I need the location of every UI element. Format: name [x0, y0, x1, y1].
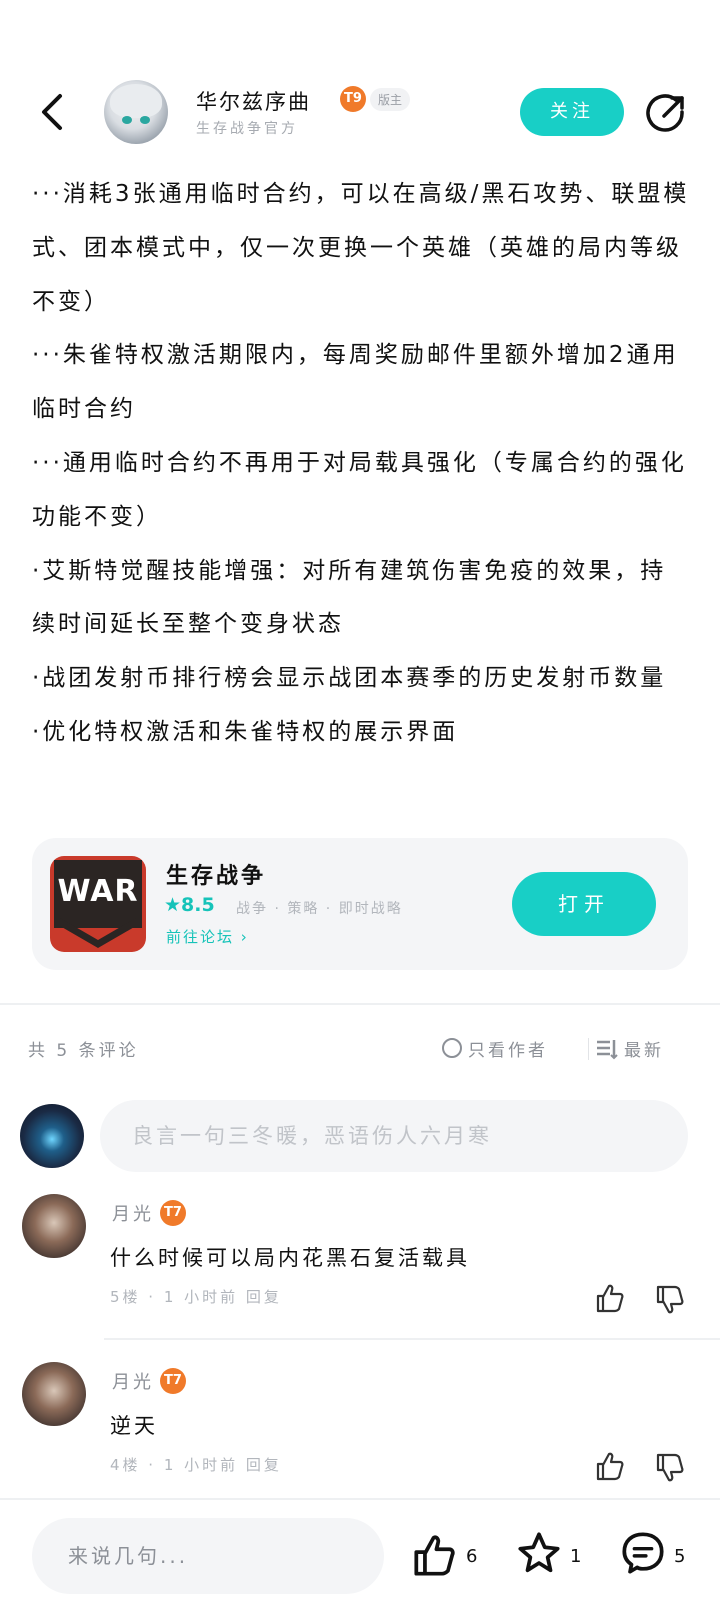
comment-count: 共 5 条评论	[28, 1041, 139, 1061]
favorite-count: 1	[570, 1546, 582, 1567]
post-paragraph: ·优化特权激活和朱雀特权的展示界面	[32, 718, 459, 745]
commenter-name[interactable]: 月光	[112, 1200, 154, 1226]
level-badge: T7	[160, 1200, 186, 1226]
commenter-avatar[interactable]	[22, 1362, 86, 1426]
author-subtitle: 生存战争官方	[196, 121, 298, 137]
thumbs-down-icon[interactable]	[654, 1452, 686, 1484]
post-paragraph: ···朱雀特权激活期限内，每周奖励邮件里额外增加2通用临时合约	[32, 342, 679, 423]
post-paragraph: ·战团发射币排行榜会显示战团本赛季的历史发射币数量	[32, 665, 667, 692]
author-only-filter[interactable]: 只看作者	[468, 1036, 548, 1061]
comment-divider	[104, 1338, 720, 1340]
radio-icon[interactable]	[442, 1038, 462, 1058]
like-icon[interactable]	[412, 1532, 458, 1578]
post-content: ···消耗3张通用临时合约，可以在高级/黑石攻势、联盟模式、团本模式中，仅一次更…	[32, 168, 692, 760]
forum-link[interactable]: 前往论坛 ›	[166, 926, 249, 947]
sort-icon[interactable]	[596, 1038, 618, 1060]
thumbs-up-icon[interactable]	[594, 1450, 626, 1482]
comment-icon[interactable]	[620, 1530, 666, 1576]
author-name[interactable]: 华尔兹序曲	[196, 86, 311, 116]
comment-meta[interactable]: 4楼 · 1 小时前 回复	[110, 1454, 282, 1475]
reply-input[interactable]: 来说几句...	[32, 1518, 384, 1594]
level-badge: T9	[340, 86, 366, 112]
moderator-tag: 版主	[370, 88, 411, 111]
commenter-name[interactable]: 月光	[112, 1368, 154, 1394]
level-badge: T7	[160, 1368, 186, 1394]
share-icon[interactable]	[646, 92, 688, 134]
favorite-star-icon[interactable]	[516, 1530, 562, 1576]
back-arrow-icon[interactable]	[36, 92, 66, 132]
divider-line	[588, 1038, 589, 1060]
author-avatar[interactable]	[104, 80, 168, 144]
post-paragraph: ···通用临时合约不再用于对局载具强化（专属合约的强化功能不变）	[32, 449, 687, 530]
follow-button[interactable]: 关注	[520, 88, 624, 136]
my-avatar[interactable]	[20, 1104, 84, 1168]
post-paragraph: ···消耗3张通用临时合约，可以在高级/黑石攻势、联盟模式、团本模式中，仅一次更…	[32, 181, 690, 315]
game-tags: 战争 · 策略 · 即时战略	[236, 901, 403, 917]
game-icon[interactable]: WAR	[50, 856, 146, 952]
thumbs-up-icon[interactable]	[594, 1282, 626, 1314]
game-rating: ★8.5	[164, 894, 215, 916]
comment-meta[interactable]: 5楼 · 1 小时前 回复	[110, 1286, 282, 1307]
chevron-right-icon: ›	[240, 928, 249, 946]
commenter-avatar[interactable]	[22, 1194, 86, 1258]
thumbs-down-icon[interactable]	[654, 1284, 686, 1316]
comment-text: 逆天	[110, 1414, 158, 1438]
like-count: 6	[466, 1546, 478, 1567]
comment-total: 5	[674, 1546, 686, 1567]
bottom-bar-divider	[0, 1498, 720, 1500]
comment-input[interactable]: 良言一句三冬暖，恶语伤人六月寒	[100, 1100, 688, 1172]
sort-latest[interactable]: 最新	[624, 1036, 664, 1061]
post-paragraph: ·艾斯特觉醒技能增强：对所有建筑伤害免疫的效果，持续时间延长至整个变身状态	[32, 557, 667, 638]
game-name[interactable]: 生存战争	[166, 858, 266, 890]
open-game-button[interactable]: 打开	[512, 872, 656, 936]
section-divider	[0, 1003, 720, 1005]
comment-text: 什么时候可以局内花黑石复活载具	[110, 1246, 470, 1270]
